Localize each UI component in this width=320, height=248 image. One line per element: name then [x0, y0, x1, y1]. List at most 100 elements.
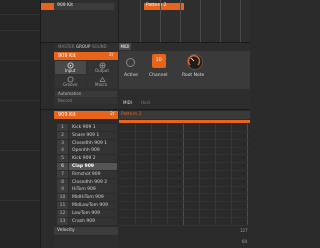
pattern-timeline: Pattern 2 — [119, 111, 250, 119]
channel-label: Channel — [149, 73, 168, 78]
active-label: Active — [124, 73, 138, 78]
input-button[interactable]: Input — [55, 61, 86, 74]
sound-slot-name: Openhh 909 — [69, 147, 117, 155]
group-name-bar[interactable]: 909 Kit 2/ — [54, 52, 118, 60]
subtab-host[interactable]: Host — [141, 101, 150, 105]
sound-slot-number: 4 — [57, 147, 68, 155]
channel-properties-panel: MASTER GROUP SOUND 909 Kit 2/ Input Outp… — [54, 43, 118, 109]
sound-slot-number: 13 — [57, 217, 68, 225]
macro-button[interactable]: Macro — [87, 75, 117, 88]
sound-slot[interactable]: 12 LowTom 909 — [57, 209, 117, 217]
velocity-area — [54, 236, 118, 248]
browser-panel — [0, 0, 40, 248]
grid-row-line — [119, 193, 250, 195]
groove-label: Groove — [63, 82, 78, 87]
velocity-mid: 64 — [242, 239, 248, 244]
tab-sound[interactable]: SOUND — [92, 45, 107, 49]
output-label: Output — [95, 68, 109, 73]
sound-slot[interactable]: 11 MidLowTom 909 — [57, 202, 117, 209]
sound-slot[interactable]: 13 Crash 909 — [57, 217, 117, 225]
sound-slot[interactable]: 8 Closedhh 909 2 — [57, 178, 117, 186]
active-toggle[interactable] — [126, 58, 135, 67]
sound-slot[interactable]: 6 Clap 909 — [57, 163, 117, 170]
group-header[interactable]: 909 Kit — [54, 3, 114, 10]
velocity-label: Velocity — [57, 228, 75, 233]
input-label: Input — [65, 68, 76, 73]
sound-slot-number: 11 — [57, 202, 68, 209]
tab-midi-label: MIDI — [120, 43, 130, 49]
sound-slot-name: Kick 909 2 — [69, 155, 117, 163]
tab-midi[interactable]: MIDI — [119, 43, 131, 50]
grid-row-line — [119, 146, 250, 148]
pattern-group-header[interactable]: 909 Kit 2/ — [54, 111, 118, 119]
pattern-group-number: 2/ — [110, 111, 115, 117]
sound-slot-name: Crash 909 — [69, 217, 117, 225]
record-row[interactable]: Record — [55, 98, 117, 104]
sound-slot-name: Rimshot 909 — [69, 170, 117, 178]
sound-slot-number: 10 — [57, 194, 68, 202]
sound-slot-number: 12 — [57, 209, 68, 217]
pattern-name: Pattern 2 — [121, 111, 142, 117]
velocity-max: 127 — [240, 228, 248, 233]
automation-row[interactable]: Automation — [55, 91, 117, 97]
grid-row-line — [119, 154, 250, 156]
sound-slot-name: MidHiTom 909 — [69, 194, 117, 202]
sound-slot-name: Snare 909 1 — [69, 131, 117, 139]
sound-slot-name: Clap 909 — [69, 163, 117, 170]
sound-slot[interactable]: 9 HiTom 909 — [57, 186, 117, 194]
grid-row-line — [119, 224, 250, 226]
grid-row-line — [119, 216, 250, 218]
sound-slot[interactable]: 1 Kick 909 1 — [57, 124, 117, 131]
sound-slot[interactable]: 7 Rimshot 909 — [57, 170, 117, 178]
sound-slot-name: Closedhh 909 2 — [69, 178, 117, 186]
grid-row-line — [119, 201, 250, 203]
root-note-knob[interactable] — [187, 54, 203, 70]
sound-slot-number: 6 — [57, 163, 68, 170]
sound-slot-name: LowTom 909 — [69, 209, 117, 217]
sound-slot[interactable]: 4 Openhh 909 — [57, 147, 117, 155]
pattern-title: Pattern 2 — [146, 3, 167, 8]
tab-master[interactable]: MASTER — [58, 45, 74, 49]
midi-controls: Active 10 Channel Root Note — [119, 51, 250, 89]
sound-slot[interactable]: 2 Snare 909 1 — [57, 131, 117, 139]
sound-slot-number: 1 — [57, 124, 68, 131]
subtab-midi[interactable]: MIDI — [123, 101, 132, 105]
sound-slot-number: 5 — [57, 155, 68, 163]
sound-slot-name: Kick 909 1 — [69, 124, 117, 131]
group-slot[interactable] — [41, 3, 54, 10]
grid-row-line — [119, 170, 250, 171]
automation-label: Automation — [58, 91, 82, 96]
output-button[interactable]: Output — [87, 61, 117, 74]
pattern-group-name: 909 Kit — [58, 111, 76, 118]
sound-slot[interactable]: 10 MidHiTom 909 — [57, 194, 117, 202]
grid-row-line — [119, 209, 250, 210]
macro-label: Macro — [95, 82, 108, 87]
sound-slot-number: 9 — [57, 186, 68, 194]
group-name: 909 Kit — [58, 52, 76, 59]
record-label: Record — [58, 98, 72, 103]
groove-button[interactable]: Groove — [55, 75, 86, 88]
grid-row-line — [119, 177, 250, 179]
grid-row-line — [119, 185, 250, 187]
sound-slot-name: MidLowTom 909 — [69, 202, 117, 209]
group-number: 2/ — [109, 52, 114, 58]
sound-slot-number: 7 — [57, 170, 68, 178]
grid-row-line — [119, 162, 250, 164]
midi-panel: MIDI Active 10 Channel Root Note MIDI Ho… — [119, 43, 250, 109]
channel-value: 10 — [155, 57, 162, 63]
velocity-row[interactable]: Velocity — [54, 227, 118, 235]
pattern-range[interactable] — [119, 120, 250, 123]
kit-title: 909 Kit — [57, 3, 73, 8]
sound-slot-number: 3 — [57, 139, 68, 147]
sound-slot-number: 8 — [57, 178, 68, 186]
sound-slot-number: 2 — [57, 131, 68, 139]
channel-field[interactable]: 10 — [152, 54, 166, 68]
tab-group[interactable]: GROUP — [76, 45, 90, 49]
sound-slot[interactable]: 3 Closedhh 909 1 — [57, 139, 117, 147]
knob-arc-icon — [187, 55, 201, 66]
grid-row-line — [119, 138, 250, 140]
sound-slot-name: HiTom 909 — [69, 186, 117, 194]
pattern-clip[interactable]: Pattern 2 — [144, 3, 184, 10]
sound-slot-name: Closedhh 909 1 — [69, 139, 117, 147]
sound-slot[interactable]: 5 Kick 909 2 — [57, 155, 117, 163]
